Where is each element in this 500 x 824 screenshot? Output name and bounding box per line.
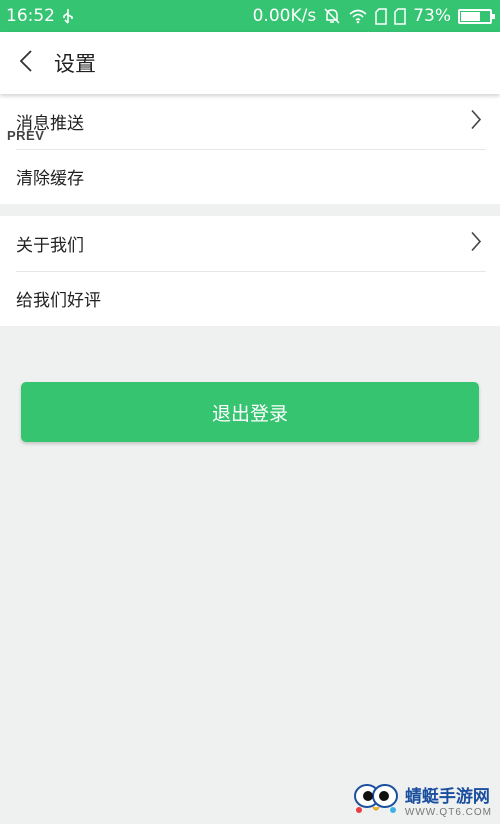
wifi-icon <box>348 8 368 24</box>
settings-item-label: 清除缓存 <box>16 169 84 189</box>
chevron-right-icon <box>470 108 482 135</box>
watermark-url: WWW.QT6.COM <box>404 807 492 818</box>
battery-icon <box>458 8 495 24</box>
sim-card-icon <box>394 7 406 25</box>
status-bar-right: 0.00K/s 73% <box>252 6 495 26</box>
prev-label[interactable]: PREV <box>7 128 44 143</box>
settings-group-2: 关于我们 给我们好评 <box>0 216 500 326</box>
settings-item-push-messages[interactable]: 消息推送 <box>0 94 500 149</box>
battery-percent: 73% <box>413 6 451 26</box>
usb-icon <box>61 8 75 24</box>
watermark-logo: 蜻蜓手游网 WWW.QT6.COM <box>353 780 492 820</box>
network-speed: 0.00K/s <box>252 6 317 26</box>
dragonfly-logo-icon <box>353 780 399 820</box>
mute-bell-icon <box>323 7 341 25</box>
status-time: 16:52 <box>6 6 55 26</box>
battery-fill <box>461 11 480 21</box>
status-bar: 16:52 0.00K/s 73% <box>0 0 500 32</box>
sim-card-icon <box>375 7 387 25</box>
settings-group-1: 消息推送 清除缓存 <box>0 94 500 204</box>
chevron-right-icon <box>470 230 482 257</box>
watermark-title: 蜻蜓手游网 <box>404 787 490 807</box>
settings-item-about-us[interactable]: 关于我们 <box>0 216 500 271</box>
status-bar-left: 16:52 <box>6 6 75 26</box>
settings-item-label: 给我们好评 <box>16 291 101 311</box>
chevron-left-icon <box>19 49 33 77</box>
settings-item-clear-cache[interactable]: 清除缓存 <box>0 149 500 204</box>
logout-button[interactable]: 退出登录 <box>21 382 479 442</box>
settings-item-rate-us[interactable]: 给我们好评 <box>0 271 500 326</box>
header: 设置 <box>0 32 500 94</box>
page-title: 设置 <box>54 52 96 76</box>
settings-item-label: 关于我们 <box>16 236 84 256</box>
watermark-texts: 蜻蜓手游网 WWW.QT6.COM <box>405 782 492 818</box>
back-button[interactable] <box>0 32 52 94</box>
